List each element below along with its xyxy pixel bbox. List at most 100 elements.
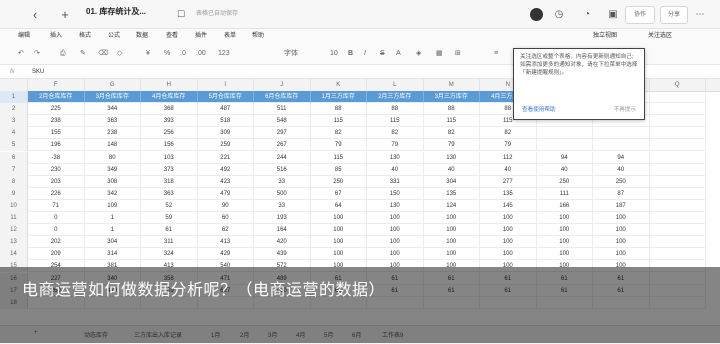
document-title[interactable]: 01. 库存统计及...: [86, 6, 146, 17]
help-link[interactable]: 查看使用帮助: [522, 106, 556, 114]
column-header[interactable]: I: [198, 79, 254, 91]
table-cell[interactable]: 0: [28, 212, 85, 225]
add-icon[interactable]: +: [58, 5, 72, 24]
table-cell[interactable]: 40: [480, 163, 537, 176]
table-cell[interactable]: 59: [141, 212, 198, 225]
column-header[interactable]: H: [141, 79, 198, 91]
table-cell[interactable]: 79: [423, 139, 480, 152]
table-cell[interactable]: 135: [423, 187, 480, 200]
table-cell[interactable]: 67: [310, 187, 367, 200]
menu-edit[interactable]: 编辑: [18, 29, 30, 43]
table-cell[interactable]: 516: [254, 163, 311, 176]
table-cell[interactable]: 100: [367, 224, 424, 237]
menu-data[interactable]: 数据: [136, 29, 148, 43]
row-header[interactable]: 9: [0, 187, 28, 200]
table-cell[interactable]: 166: [536, 199, 593, 212]
table-cell[interactable]: 115: [423, 115, 480, 128]
table-cell[interactable]: 79: [310, 139, 367, 152]
table-cell[interactable]: 40: [423, 163, 480, 176]
table-cell[interactable]: 85: [310, 163, 367, 176]
column-header[interactable]: M: [424, 79, 480, 91]
header-cell[interactable]: 2月仓库库存: [28, 91, 85, 104]
menu-view[interactable]: 查看: [166, 29, 178, 43]
table-cell[interactable]: -38: [28, 151, 85, 164]
table-cell[interactable]: 373: [141, 163, 198, 176]
table-cell[interactable]: 363: [84, 115, 141, 128]
table-cell[interactable]: 112: [480, 151, 537, 164]
table-cell[interactable]: 304: [423, 175, 480, 188]
table-cell[interactable]: 124: [423, 199, 480, 212]
table-cell[interactable]: 80: [84, 151, 141, 164]
table-cell[interactable]: 100: [480, 212, 537, 225]
table-cell[interactable]: 230: [28, 163, 85, 176]
undo-icon[interactable]: ↶: [18, 49, 24, 59]
table-cell[interactable]: 238: [84, 127, 141, 140]
table-cell[interactable]: 33: [254, 199, 311, 212]
bold-button[interactable]: B: [348, 49, 353, 59]
merge-cells-icon[interactable]: ⊞: [455, 49, 461, 59]
header-cell[interactable]: 6月仓库库存: [254, 91, 311, 104]
table-cell[interactable]: 342: [84, 187, 141, 200]
table-cell[interactable]: [649, 212, 706, 225]
table-cell[interactable]: 100: [310, 236, 367, 249]
table-cell[interactable]: 100: [536, 236, 593, 249]
menu-formula[interactable]: 公式: [108, 29, 120, 43]
dismiss-button[interactable]: 不再提示: [614, 106, 636, 114]
table-cell[interactable]: 115: [367, 115, 424, 128]
table-cell[interactable]: 393: [141, 115, 198, 128]
menu-help[interactable]: 帮助: [252, 29, 264, 43]
table-cell[interactable]: 100: [536, 212, 593, 225]
table-cell[interactable]: 100: [480, 248, 537, 261]
table-cell[interactable]: [649, 236, 706, 249]
table-cell[interactable]: [649, 139, 706, 152]
share-button[interactable]: 分享: [660, 6, 688, 24]
header-cell[interactable]: 2月三方库存: [367, 91, 424, 104]
font-color-icon[interactable]: A: [396, 49, 401, 59]
table-cell[interactable]: 148: [84, 139, 141, 152]
row-header[interactable]: 3: [0, 115, 28, 128]
table-cell[interactable]: [593, 127, 650, 140]
header-cell[interactable]: 4月仓库库存: [141, 91, 198, 104]
table-cell[interactable]: 130: [367, 199, 424, 212]
table-cell[interactable]: 344: [84, 103, 141, 116]
increase-decimal-button[interactable]: .00: [196, 49, 206, 59]
table-cell[interactable]: 100: [423, 212, 480, 225]
table-cell[interactable]: 304: [84, 236, 141, 249]
table-cell[interactable]: [536, 127, 593, 140]
table-cell[interactable]: 90: [197, 199, 254, 212]
table-cell[interactable]: 187: [593, 199, 650, 212]
table-cell[interactable]: 314: [84, 248, 141, 261]
present-icon[interactable]: ▣: [606, 5, 620, 24]
table-cell[interactable]: 103: [141, 151, 198, 164]
table-cell[interactable]: [593, 139, 650, 152]
italic-button[interactable]: I: [364, 49, 366, 59]
table-cell[interactable]: [649, 163, 706, 176]
table-cell[interactable]: 318: [141, 175, 198, 188]
table-cell[interactable]: 267: [254, 139, 311, 152]
table-cell[interactable]: 82: [423, 127, 480, 140]
row-header[interactable]: 13: [0, 236, 28, 249]
history-icon[interactable]: ◷: [552, 5, 566, 24]
row-header[interactable]: 4: [0, 127, 28, 140]
table-cell[interactable]: 40: [536, 163, 593, 176]
table-cell[interactable]: 203: [28, 175, 85, 188]
font-size-select[interactable]: 10: [330, 49, 338, 59]
fill-color-icon[interactable]: ◈: [416, 49, 421, 59]
select-all-corner[interactable]: [0, 79, 28, 91]
table-cell[interactable]: 156: [141, 139, 198, 152]
table-cell[interactable]: 130: [423, 151, 480, 164]
table-cell[interactable]: [649, 115, 706, 128]
table-cell[interactable]: 33: [254, 175, 311, 188]
align-icon[interactable]: ≡: [494, 49, 498, 59]
notification-icon[interactable]: ◔: [580, 5, 594, 24]
redo-icon[interactable]: ↷: [34, 49, 40, 59]
menu-insert[interactable]: 插入: [50, 29, 62, 43]
strikethrough-button[interactable]: S: [380, 49, 385, 59]
table-cell[interactable]: 202: [28, 236, 85, 249]
table-cell[interactable]: 368: [141, 103, 198, 116]
table-cell[interactable]: 420: [254, 236, 311, 249]
column-header[interactable]: F: [28, 79, 85, 91]
table-cell[interactable]: 548: [254, 115, 311, 128]
table-cell[interactable]: 145: [480, 199, 537, 212]
table-cell[interactable]: 100: [423, 224, 480, 237]
